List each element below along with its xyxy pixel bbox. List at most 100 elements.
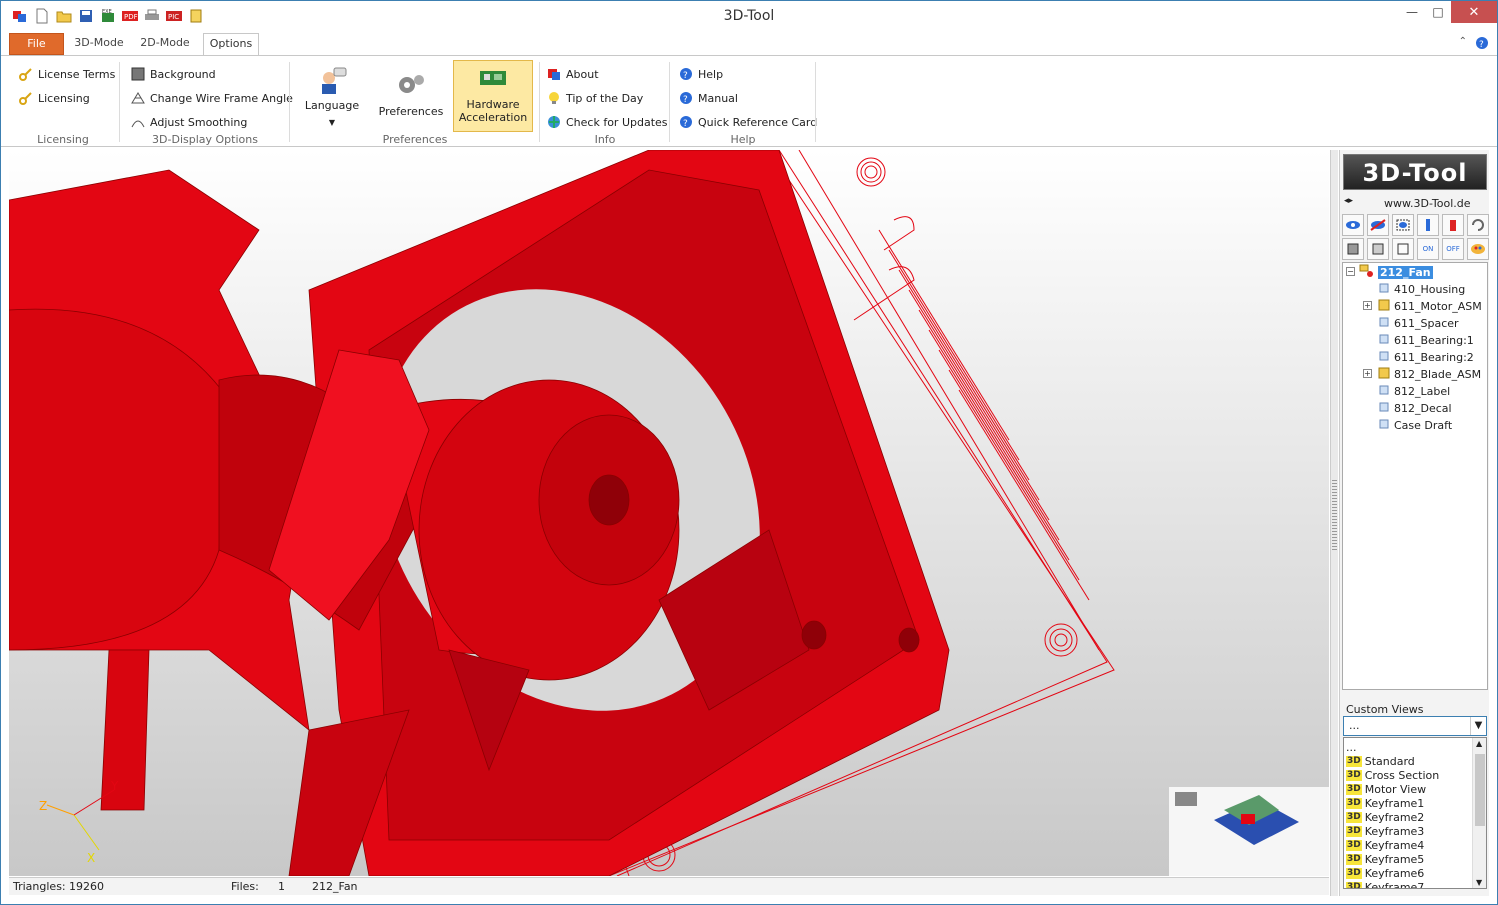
custom-view-item[interactable]: 3D Keyframe2 [1346, 810, 1424, 824]
panel-toggle-icon[interactable]: ◂▸ [1344, 196, 1353, 206]
tree-node-root[interactable]: 212_Fan [1359, 264, 1433, 280]
custom-view-item[interactable]: ... [1346, 740, 1357, 754]
group-preferences: Language ▼ Preferences Hardware Accelera… [293, 60, 537, 146]
scroll-down-icon[interactable]: ▼ [1476, 878, 1482, 887]
check-for-updates-button[interactable]: Check for Updates [547, 112, 668, 132]
tip-of-the-day-label: Tip of the Day [566, 91, 644, 105]
wireframe-mode-icon[interactable] [1392, 238, 1414, 260]
maximize-button[interactable]: □ [1425, 1, 1451, 23]
tree-node-label: 812_Decal [1394, 401, 1452, 415]
scrollbar-thumb[interactable] [1475, 754, 1485, 826]
tree-node-label: 611_Bearing:1 [1394, 333, 1474, 347]
splitter-grip[interactable] [1332, 480, 1337, 550]
group-divider [669, 62, 670, 142]
x-axis-label: X [87, 851, 95, 865]
panel-splitter[interactable] [1330, 150, 1338, 896]
show-all-icon[interactable] [1392, 214, 1414, 236]
custom-view-item[interactable]: 3D Keyframe6 [1346, 866, 1424, 880]
ribbon-tabs: File 3D-Mode 2D-Mode Options ⌃ ? [1, 31, 1497, 55]
key-icon [19, 91, 33, 105]
manual-button[interactable]: ? Manual [679, 88, 738, 108]
tree-node[interactable]: 611_Motor_ASM [1377, 298, 1482, 314]
expand-node-icon[interactable]: + [1363, 369, 1372, 378]
solid-mode-icon[interactable] [1342, 238, 1364, 260]
close-button[interactable]: ✕ [1451, 1, 1497, 23]
custom-view-item[interactable]: 3D Keyframe3 [1346, 824, 1424, 838]
license-terms-button[interactable]: License Terms [19, 64, 115, 84]
help-circle-icon[interactable]: ? [1475, 36, 1489, 53]
tree-node[interactable]: 611_Spacer [1377, 315, 1459, 331]
custom-view-item[interactable]: 3D Keyframe5 [1346, 852, 1424, 866]
manual-label: Manual [698, 91, 738, 105]
3d-view-icon: 3D [1346, 853, 1362, 865]
help-icon: ? [679, 91, 693, 105]
assembly-tree: − 212_Fan 410_Housing + 611_Motor_ASM 61… [1342, 262, 1488, 690]
color-palette-icon[interactable] [1467, 238, 1489, 260]
custom-view-item[interactable]: 3D Cross Section [1346, 768, 1439, 782]
tree-node[interactable]: 812_Blade_ASM [1377, 366, 1481, 382]
website-link[interactable]: www.3D-Tool.de [1384, 197, 1471, 210]
tree-node[interactable]: Case Draft [1377, 417, 1452, 433]
3d-view-icon: 3D [1346, 825, 1362, 837]
show-icon[interactable] [1342, 214, 1364, 236]
custom-views-scrollbar[interactable]: ▲ ▼ [1472, 738, 1486, 888]
group-divider [119, 62, 120, 142]
custom-view-item[interactable]: 3D Keyframe1 [1346, 796, 1424, 810]
all-on-icon[interactable]: ON [1417, 238, 1439, 260]
tab-options[interactable]: Options [203, 33, 259, 55]
scroll-up-icon[interactable]: ▲ [1476, 739, 1482, 748]
shaded-wire-icon[interactable] [1367, 238, 1389, 260]
custom-view-item[interactable]: 3D Keyframe4 [1346, 838, 1424, 852]
tab-3d-mode[interactable]: 3D-Mode [67, 33, 131, 55]
all-off-icon[interactable]: OFF [1442, 238, 1464, 260]
3d-view-icon: 3D [1346, 839, 1362, 851]
hardware-label-line1: Hardware [466, 98, 520, 111]
tree-root-label: 212_Fan [1378, 265, 1433, 279]
wireframe-icon [131, 91, 145, 105]
adjust-smoothing-button[interactable]: Adjust Smoothing [131, 112, 247, 132]
custom-view-item[interactable]: 3D Keyframe7 [1346, 880, 1424, 888]
part-icon [1377, 383, 1391, 400]
language-button[interactable]: Language ▼ [303, 60, 361, 134]
delete-part-icon[interactable] [1442, 214, 1464, 236]
tab-2d-mode[interactable]: 2D-Mode [133, 33, 197, 55]
svg-text:?: ? [683, 95, 688, 105]
change-wire-frame-angle-label: Change Wire Frame Angle [150, 91, 293, 105]
licensing-button[interactable]: Licensing [19, 88, 90, 108]
chevron-down-icon[interactable]: ▼ [1470, 717, 1486, 735]
3d-view-icon: 3D [1346, 797, 1362, 809]
fan-model-render[interactable]: X Y Z [9, 150, 1329, 876]
tree-node[interactable]: 812_Decal [1377, 400, 1452, 416]
3d-viewport[interactable]: X Y Z [9, 150, 1329, 876]
collapse-root-icon[interactable]: − [1346, 267, 1355, 276]
preferences-button[interactable]: Preferences [379, 60, 443, 134]
tree-node[interactable]: 410_Housing [1377, 281, 1465, 297]
tree-node[interactable]: 812_Label [1377, 383, 1450, 399]
tip-of-the-day-button[interactable]: Tip of the Day [547, 88, 643, 108]
change-wire-frame-angle-button[interactable]: Change Wire Frame Angle [131, 88, 293, 108]
isolate-icon[interactable] [1417, 214, 1439, 236]
adjust-smoothing-label: Adjust Smoothing [150, 115, 248, 129]
undo-icon[interactable] [1467, 214, 1489, 236]
hide-icon[interactable] [1367, 214, 1389, 236]
expand-node-icon[interactable]: + [1363, 301, 1372, 310]
minimize-button[interactable]: — [1399, 1, 1425, 23]
custom-view-item[interactable]: 3D Standard [1346, 754, 1415, 768]
part-icon [1377, 349, 1391, 366]
custom-view-item[interactable]: 3D Motor View [1346, 782, 1426, 796]
3d-view-icon: 3D [1346, 783, 1362, 795]
tab-file[interactable]: File [9, 33, 64, 55]
collapse-ribbon-icon[interactable]: ⌃ [1459, 36, 1467, 53]
about-button[interactable]: About [547, 64, 599, 84]
language-icon [317, 66, 347, 99]
background-button[interactable]: Background [131, 64, 216, 84]
files-label: Files: [231, 880, 259, 893]
help-button[interactable]: ? Help [679, 64, 723, 84]
hardware-acceleration-button[interactable]: Hardware Acceleration [453, 60, 533, 132]
custom-views-select[interactable]: ... ▼ [1343, 716, 1487, 736]
tree-node[interactable]: 611_Bearing:1 [1377, 332, 1474, 348]
title-bar: EXE PDF PIC 3D-Tool — □ ✕ [1, 1, 1497, 31]
tree-node[interactable]: 611_Bearing:2 [1377, 349, 1474, 365]
quick-reference-card-button[interactable]: ? Quick Reference Card [679, 112, 817, 132]
help-icon: ? [679, 115, 693, 129]
